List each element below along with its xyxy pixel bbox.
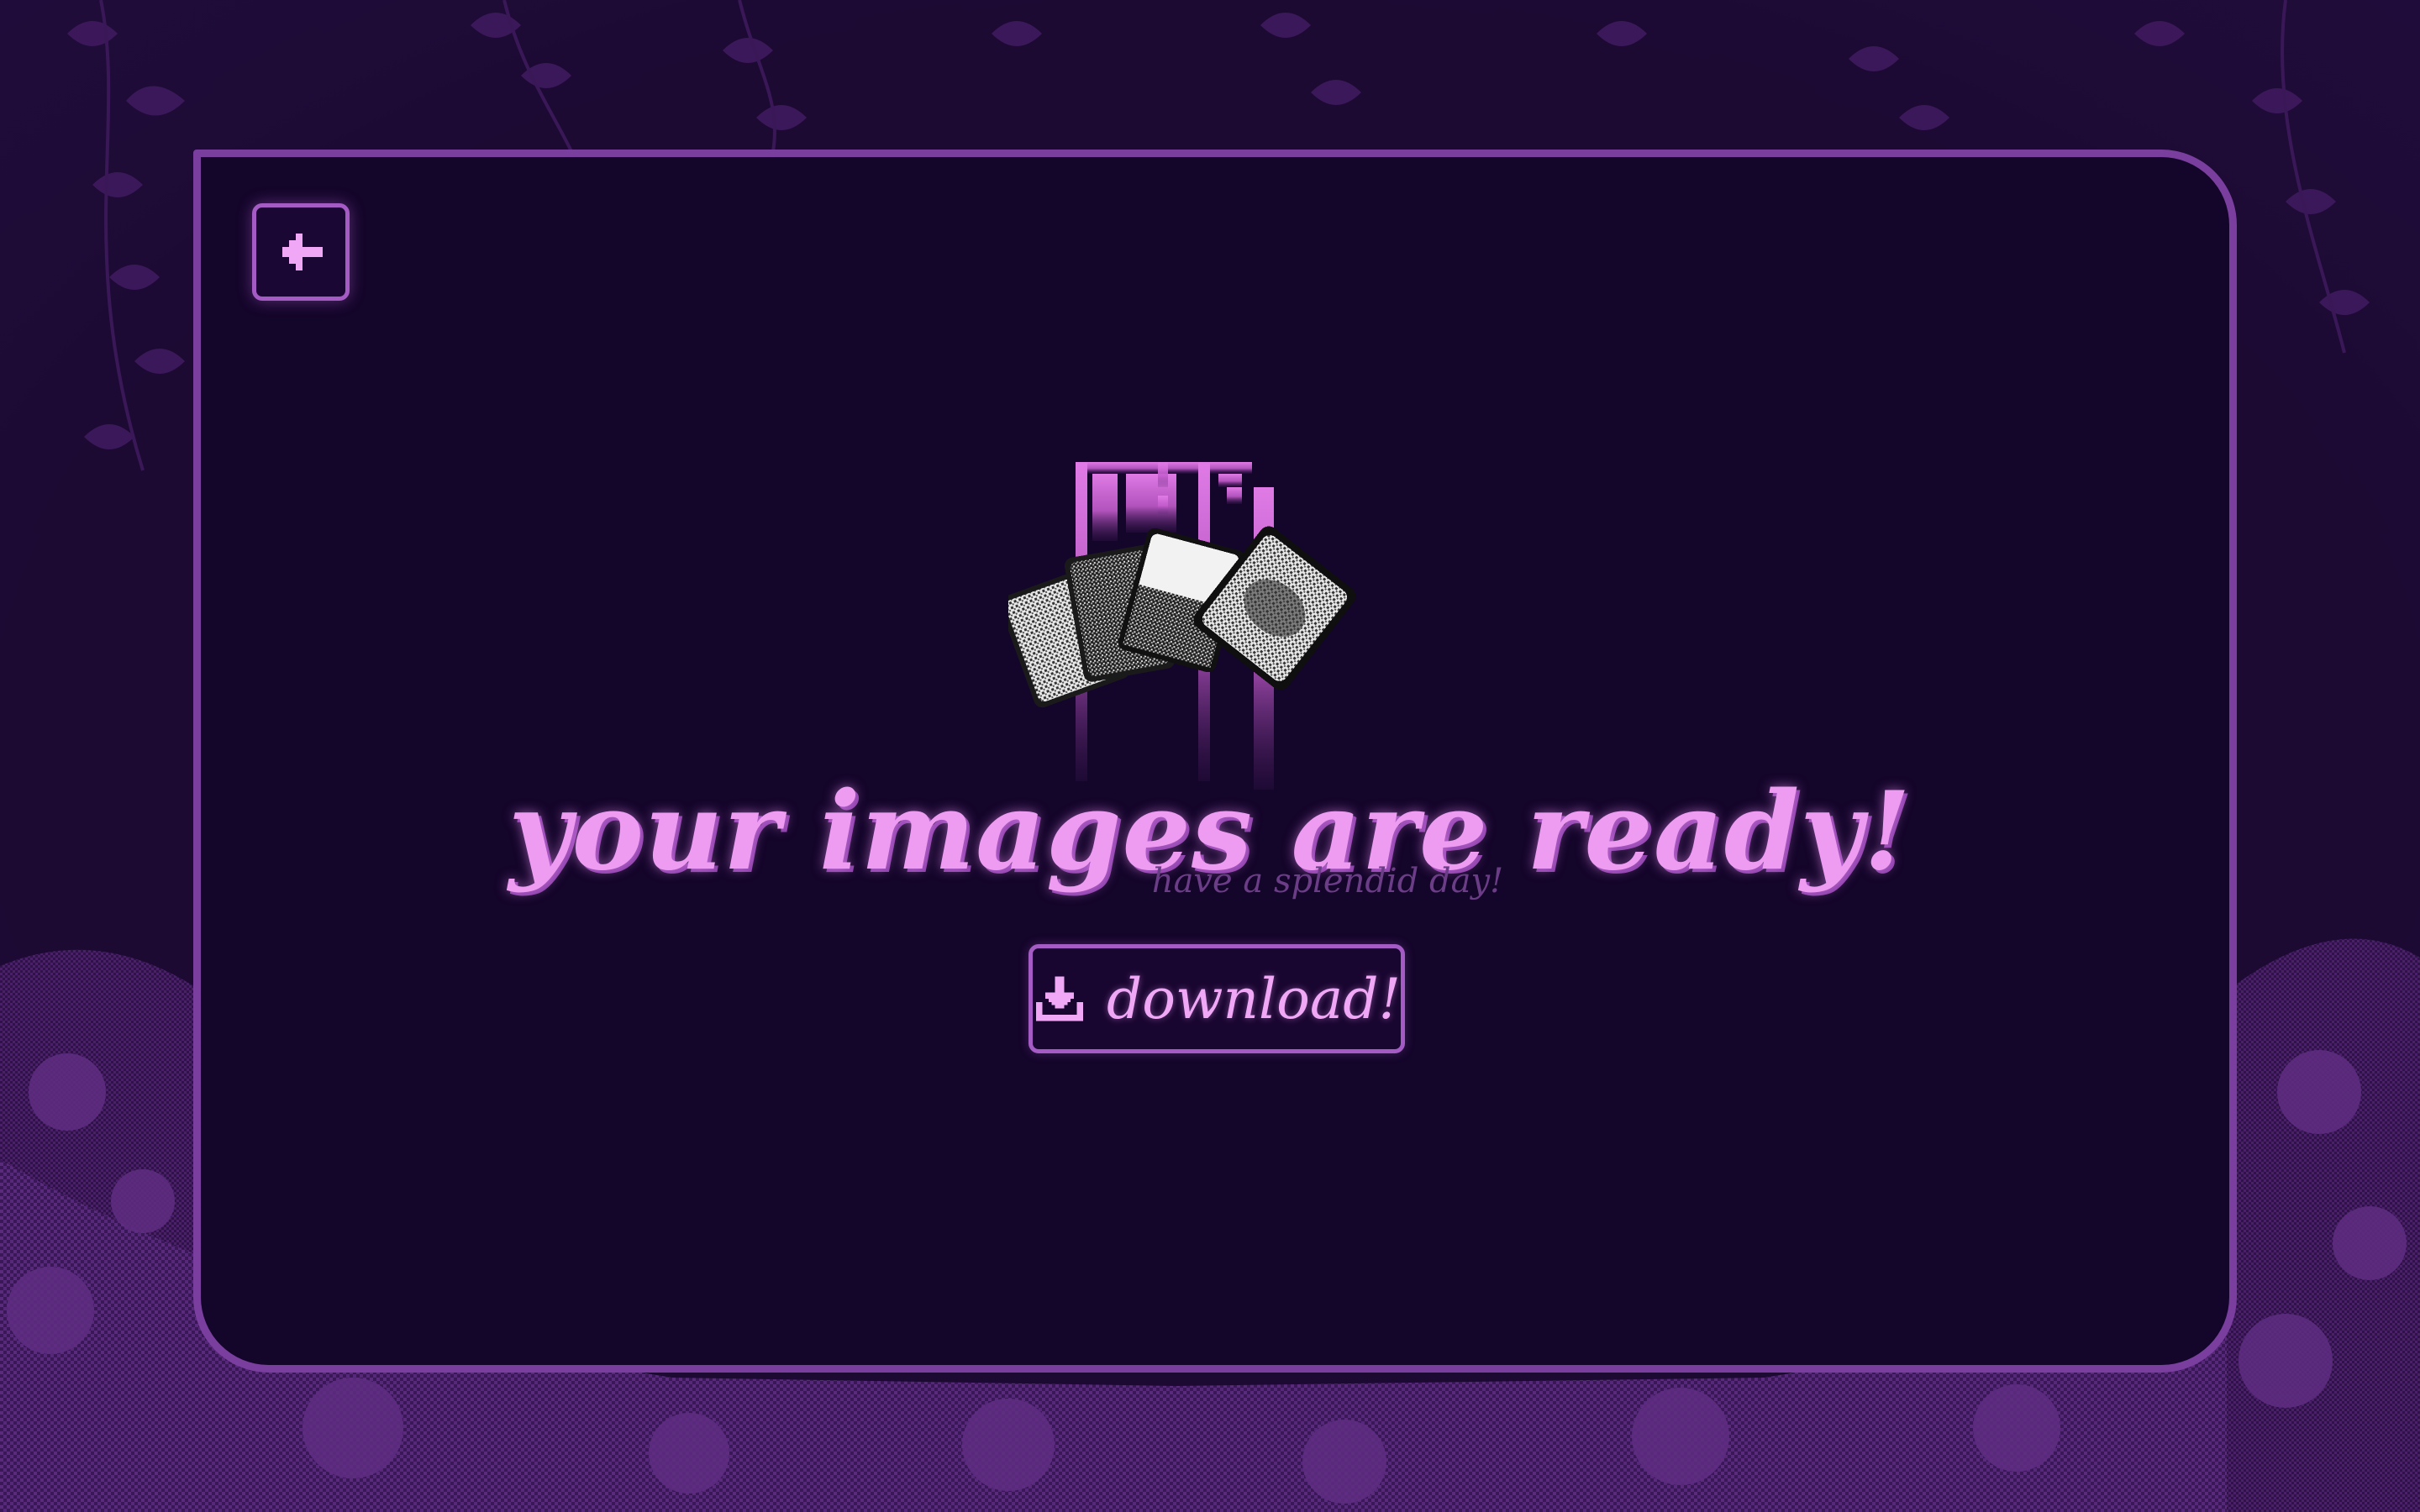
back-button[interactable] xyxy=(252,203,350,301)
subtitle: have a splendid day! xyxy=(1151,862,1504,900)
download-button[interactable]: download! xyxy=(1028,944,1405,1053)
app-screen: your images are ready! have a splendid d… xyxy=(0,0,2420,1512)
download-label: download! xyxy=(1107,966,1401,1032)
floppy-disk-with-photos-icon xyxy=(1008,462,1356,790)
arrow-left-icon xyxy=(282,234,323,270)
download-icon xyxy=(1035,976,1084,1021)
